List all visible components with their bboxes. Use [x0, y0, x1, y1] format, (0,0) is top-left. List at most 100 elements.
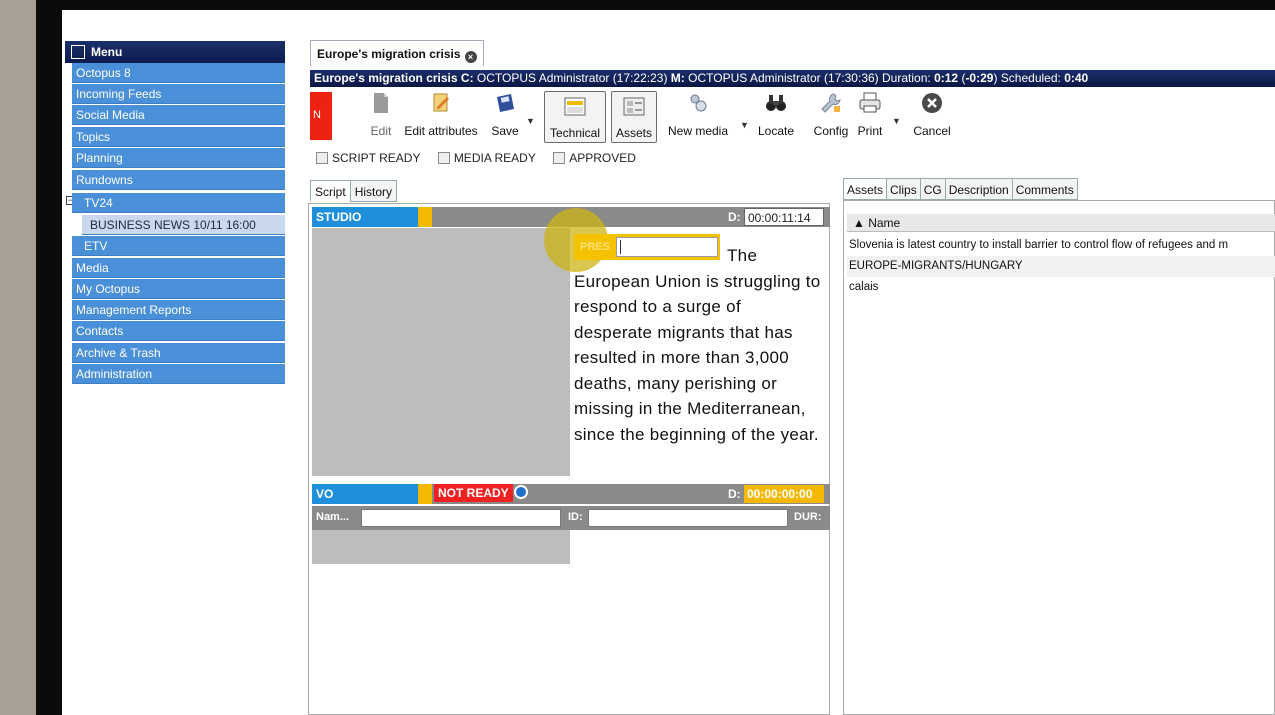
menu-item-business-news[interactable]: BUSINESS NEWS 10/11 16:00 [82, 215, 285, 235]
print-button[interactable]: Print [854, 91, 886, 143]
menu-item-my-octopus[interactable]: My Octopus [72, 279, 285, 299]
technical-button[interactable]: Technical [544, 91, 606, 143]
tab-assets[interactable]: Assets [843, 178, 888, 200]
menu-item-etv[interactable]: ETV [72, 236, 285, 256]
new-media-dropdown-icon[interactable]: ▼ [740, 120, 749, 130]
document-icon [374, 93, 388, 113]
binoculars-icon [766, 95, 786, 111]
vo-id-input[interactable] [588, 509, 788, 527]
print-dropdown-icon[interactable]: ▼ [892, 116, 901, 126]
media-ready-box[interactable] [437, 152, 450, 164]
name-column-header[interactable]: ▲ Name [847, 214, 1275, 232]
save-dropdown-icon[interactable]: ▼ [526, 116, 535, 126]
tab-cg[interactable]: CG [919, 178, 946, 200]
assets-button[interactable]: Assets [611, 91, 657, 143]
approved-box[interactable] [553, 152, 566, 164]
menu-header[interactable]: Menu [65, 41, 285, 63]
title-scheduled-label: Scheduled: [1000, 71, 1061, 85]
tab-description[interactable]: Description [944, 178, 1013, 200]
locate-label: Locate [757, 124, 795, 138]
sort-ascending-icon: ▲ [853, 216, 869, 230]
approved-checkbox[interactable]: APPROVED [553, 151, 636, 165]
vo-technical-column [312, 530, 570, 564]
tab-script[interactable]: Script [310, 180, 351, 202]
config-button[interactable]: Config [811, 91, 851, 143]
studio-segment-marker [418, 207, 432, 227]
vo-name-label: Nam... [316, 511, 350, 523]
vo-segment-marker [418, 484, 432, 504]
vo-status-badge[interactable]: NOT READY [434, 484, 513, 502]
media-ready-label: MEDIA READY [453, 151, 536, 165]
edit-attributes-button[interactable]: Edit attributes [400, 91, 482, 143]
title-story: Europe's migration crisis [314, 71, 458, 85]
story-title-bar: Europe's migration crisis C: OCTOPUS Adm… [310, 70, 1275, 87]
locate-button[interactable]: Locate [757, 91, 795, 143]
menu-item-administration[interactable]: Administration [72, 364, 285, 384]
cancel-button[interactable]: Cancel [908, 91, 956, 143]
asset-row[interactable]: Slovenia is latest country to install ba… [847, 235, 1275, 256]
status-block[interactable]: N [310, 92, 332, 140]
vo-segment-label: VO [312, 484, 418, 504]
menu-item-tv24[interactable]: TV24 [72, 193, 285, 213]
menu-item-rundowns[interactable]: Rundowns [72, 170, 285, 190]
script-ready-checkbox[interactable]: SCRIPT READY [316, 151, 420, 165]
vo-duration-label: D: [728, 487, 741, 501]
menu-toggle-icon[interactable] [71, 45, 85, 59]
wrench-icon [821, 93, 841, 113]
room-wall [0, 0, 36, 715]
asset-row[interactable]: calais [847, 277, 1275, 298]
edit-button[interactable]: Edit [366, 91, 396, 143]
approved-label: APPROVED [569, 151, 636, 165]
title-diff: -0:29 [965, 71, 994, 85]
vo-duration[interactable]: 00:00:00:00 [744, 485, 824, 503]
studio-duration-label: D: [728, 210, 741, 224]
save-button[interactable]: Save [487, 91, 523, 143]
menu-item-archive-trash[interactable]: Archive & Trash [72, 343, 285, 363]
technical-view-icon [564, 97, 586, 116]
readiness-checkboxes: SCRIPT READY MEDIA READY APPROVED [316, 151, 650, 165]
print-label: Print [857, 124, 883, 138]
technical-label: Technical [549, 126, 601, 140]
menu-header-label: Menu [91, 45, 123, 59]
vo-segment-header[interactable]: VO D: 00:00:00:00 [312, 484, 830, 504]
script-ready-label: SCRIPT READY [332, 151, 421, 165]
menu-item-social-media[interactable]: Social Media [72, 105, 285, 125]
title-modified: OCTOPUS Administrator (17:30:36) [688, 71, 879, 85]
close-tab-icon[interactable]: × [464, 51, 477, 63]
title-duration-label: Duration: [882, 71, 931, 85]
menu-item-incoming-feeds[interactable]: Incoming Feeds [72, 84, 285, 104]
menu-item-planning[interactable]: Planning [72, 148, 285, 168]
status-dropdown-icon[interactable] [514, 485, 528, 499]
story-tab-label: Europe's migration crisis [317, 47, 461, 61]
title-created: OCTOPUS Administrator (17:22:23) [476, 71, 668, 85]
title-m-label: M: [670, 71, 685, 85]
save-label: Save [491, 124, 519, 138]
script-panel-tabs: Script History [310, 180, 398, 202]
new-media-button[interactable]: New media [663, 91, 733, 143]
menu-item-octopus-8[interactable]: Octopus 8 [72, 63, 285, 83]
media-ready-checkbox[interactable]: MEDIA READY [437, 151, 536, 165]
right-panel-tabs: Assets Clips CG Description Comments [843, 178, 1078, 200]
menu-item-topics[interactable]: Topics [72, 127, 285, 147]
title-diff-close: ) [993, 71, 998, 85]
script-ready-box[interactable] [316, 152, 328, 164]
tab-history[interactable]: History [349, 180, 398, 202]
assets-label: Assets [615, 126, 652, 140]
printer-icon [859, 92, 881, 113]
menu-item-media[interactable]: Media [72, 258, 285, 278]
studio-duration[interactable]: 00:00:11:14 [744, 208, 824, 226]
tab-clips[interactable]: Clips [886, 178, 921, 200]
studio-technical-column [312, 228, 570, 476]
tab-comments[interactable]: Comments [1011, 178, 1078, 200]
edit-attributes-label: Edit attributes [404, 124, 478, 138]
menu-item-management-reports[interactable]: Management Reports [72, 300, 285, 320]
edit-label: Edit [370, 124, 392, 138]
story-tab[interactable]: Europe's migration crisis × [310, 40, 484, 66]
cancel-label: Cancel [913, 124, 951, 138]
script-text[interactable]: The European Union is struggling to resp… [574, 243, 824, 447]
config-label: Config [813, 124, 849, 138]
menu-item-contacts[interactable]: Contacts [72, 321, 285, 341]
vo-name-input[interactable] [361, 509, 561, 527]
asset-row[interactable]: EUROPE-MIGRANTS/HUNGARY [847, 256, 1275, 277]
cancel-icon [922, 93, 942, 113]
